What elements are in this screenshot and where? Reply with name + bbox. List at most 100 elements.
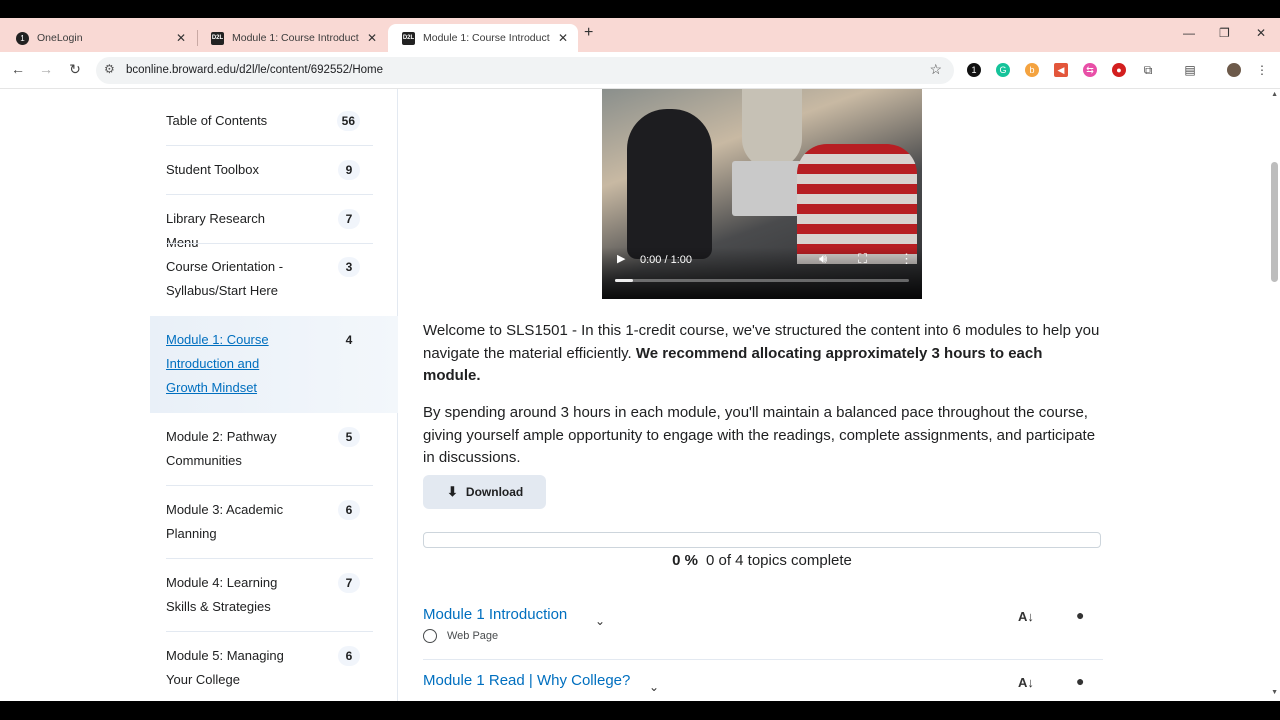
browser-tab-onelogin[interactable]: 1 OneLogin ✕ xyxy=(2,24,196,52)
megaphone-extension-icon[interactable]: ◀ xyxy=(1054,63,1068,77)
label-line: Module 1: Course xyxy=(166,332,269,347)
sidebar-item-label: Course Orientation - Syllabus/Start Here xyxy=(150,255,300,303)
new-tab-icon[interactable]: + xyxy=(584,24,593,42)
label-line: Skills & Strategies xyxy=(166,599,271,614)
divider xyxy=(166,194,373,195)
tab-title: Module 1: Course Introduction xyxy=(423,32,550,44)
text-to-speech-icon[interactable]: A↓ xyxy=(1018,675,1034,690)
onelogin-extension-icon[interactable]: 1 xyxy=(967,63,981,77)
back-icon[interactable]: ← xyxy=(9,61,27,77)
minimize-icon[interactable]: — xyxy=(1183,26,1195,40)
count-badge: 6 xyxy=(338,500,360,520)
chevron-down-icon[interactable]: ⌄ xyxy=(649,680,659,694)
progress-count: 0 of 4 topics complete xyxy=(705,552,852,569)
profile-avatar[interactable] xyxy=(1227,63,1241,77)
page-scrollbar[interactable]: ▲ ▼ xyxy=(1269,89,1280,701)
scroll-thumb[interactable] xyxy=(1271,162,1278,282)
sidebar-item-module-4[interactable]: Module 4: Learning Skills & Strategies 7 xyxy=(150,571,390,619)
forward-icon[interactable]: → xyxy=(37,61,55,77)
sidebar-item-module-1[interactable]: Module 1: Course Introduction and Growth… xyxy=(150,328,390,400)
video-progress-fill xyxy=(615,279,633,282)
video-frame-shape xyxy=(742,89,802,169)
reload-icon[interactable]: ↻ xyxy=(66,61,84,78)
topic-link[interactable]: Module 1 Introduction xyxy=(423,606,567,623)
video-progress-track[interactable] xyxy=(615,279,909,282)
video-player[interactable]: ▶ 0:00 / 1:00 🔊︎ ⛶ ⋮ xyxy=(602,89,922,299)
chevron-down-icon[interactable]: ⌄ xyxy=(595,614,605,628)
restore-icon[interactable]: ❐ xyxy=(1219,26,1230,40)
sidebar-item-course-orientation[interactable]: Course Orientation - Syllabus/Start Here… xyxy=(150,255,390,303)
sidebar-item-module-3[interactable]: Module 3: Academic Planning 6 xyxy=(150,498,390,546)
label-line: Growth Mindset xyxy=(166,380,258,395)
grammarly-extension-icon[interactable]: G xyxy=(996,63,1010,77)
play-icon[interactable]: ▶ xyxy=(617,252,625,265)
globe-icon xyxy=(423,629,437,643)
scroll-down-icon[interactable]: ▼ xyxy=(1271,689,1278,696)
label-line: Your College xyxy=(166,672,240,687)
text-to-speech-icon[interactable]: A↓ xyxy=(1018,609,1034,624)
sidebar-item-library-research[interactable]: Library Research Menu 7 xyxy=(150,207,390,255)
topic-type-label: Web Page xyxy=(447,630,499,642)
tab-title: Module 1: Course Introduction xyxy=(232,32,359,44)
scroll-up-icon[interactable]: ▲ xyxy=(1271,91,1278,98)
close-icon[interactable]: ✕ xyxy=(558,31,568,45)
divider xyxy=(166,558,373,559)
video-frame-shape xyxy=(797,144,917,264)
more-options-icon[interactable]: ⋮ xyxy=(900,251,913,267)
extensions-puzzle-icon[interactable]: ⧉ xyxy=(1141,63,1155,77)
sidebar-item-table-of-contents[interactable]: Table of Contents 56 xyxy=(150,109,390,133)
sidebar-item-module-2[interactable]: Module 2: Pathway Communities 5 xyxy=(150,425,390,473)
label-line: Course Orientation - xyxy=(166,259,284,274)
divider xyxy=(166,145,373,146)
topic-link[interactable]: Module 1 Read | Why College? xyxy=(423,672,630,689)
extension-icon[interactable]: b xyxy=(1025,63,1039,77)
browser-toolbar: ← → ↻ ⚙ bconline.broward.edu/d2l/le/cont… xyxy=(0,52,1280,89)
label-line: Module 5: Managing xyxy=(166,648,284,663)
label-line: Syllabus/Start Here xyxy=(166,283,278,298)
count-badge: 7 xyxy=(338,573,360,593)
count-badge: 6 xyxy=(338,646,360,666)
sidebar-item-label: Module 3: Academic Planning xyxy=(150,498,300,546)
completion-dot-icon[interactable]: ● xyxy=(1076,673,1084,689)
video-frame-shape xyxy=(627,109,712,259)
address-bar[interactable]: ⚙ bconline.broward.edu/d2l/le/content/69… xyxy=(96,57,954,84)
browser-tab-module1[interactable]: D2L Module 1: Course Introduction ✕ xyxy=(197,24,387,52)
close-icon[interactable]: ✕ xyxy=(367,31,377,45)
video-frame-shape xyxy=(732,161,802,216)
sidebar-item-label: Library Research Menu xyxy=(166,211,265,250)
onelogin-icon: 1 xyxy=(16,31,29,45)
cloud-download-icon: ⬇ xyxy=(447,484,458,499)
download-button[interactable]: ⬇ Download xyxy=(423,475,546,509)
sidebar-item-student-toolbox[interactable]: Student Toolbox 9 xyxy=(150,158,390,182)
address-url: bconline.broward.edu/d2l/le/content/6925… xyxy=(126,64,384,76)
sidebar-item-module-5[interactable]: Module 5: Managing Your College 6 xyxy=(150,644,390,692)
sidebar-item-label: Module 5: Managing Your College xyxy=(150,644,300,692)
topic-item: Module 1 Introduction ⌄ Web Page A↓ ● xyxy=(423,606,1103,643)
close-icon[interactable]: ✕ xyxy=(176,31,186,45)
bookmark-star-icon[interactable]: ☆ xyxy=(929,61,942,78)
label-line: Module 2: Pathway xyxy=(166,429,277,444)
topic-item: Module 1 Read | Why College? ⌄ A↓ ● xyxy=(423,672,1103,694)
record-extension-icon[interactable]: ● xyxy=(1112,63,1126,77)
window-close-icon[interactable]: ✕ xyxy=(1256,26,1266,40)
label-line: Module 3: Academic xyxy=(166,502,284,517)
d2l-icon: D2L xyxy=(211,31,224,45)
download-label: Download xyxy=(465,485,524,499)
progress-percent: 0 % xyxy=(672,552,698,569)
extension-icon[interactable]: ⇆ xyxy=(1083,63,1097,77)
menu-kebab-icon[interactable]: ⋮ xyxy=(1255,63,1269,77)
label-line: Module 4: Learning xyxy=(166,575,278,590)
side-panel-icon[interactable]: ▤ xyxy=(1183,63,1197,77)
topic-type: Web Page xyxy=(423,629,498,643)
label-line: Introduction and xyxy=(166,356,260,371)
sidebar-item-label: Module 2: Pathway Communities xyxy=(150,425,300,473)
module-progress-bar xyxy=(423,532,1101,548)
completion-dot-icon[interactable]: ● xyxy=(1076,607,1084,623)
progress-summary: 0 % 0 of 4 topics complete xyxy=(423,552,1101,569)
volume-icon[interactable]: 🔊︎ xyxy=(819,251,827,267)
browser-tab-module1-active[interactable]: D2L Module 1: Course Introduction ✕ xyxy=(388,24,578,52)
welcome-paragraph: Welcome to SLS1501 - In this 1-credit co… xyxy=(423,320,1103,388)
fullscreen-icon[interactable]: ⛶ xyxy=(858,251,867,267)
divider xyxy=(166,631,373,632)
site-info-icon[interactable]: ⚙ xyxy=(104,62,115,76)
